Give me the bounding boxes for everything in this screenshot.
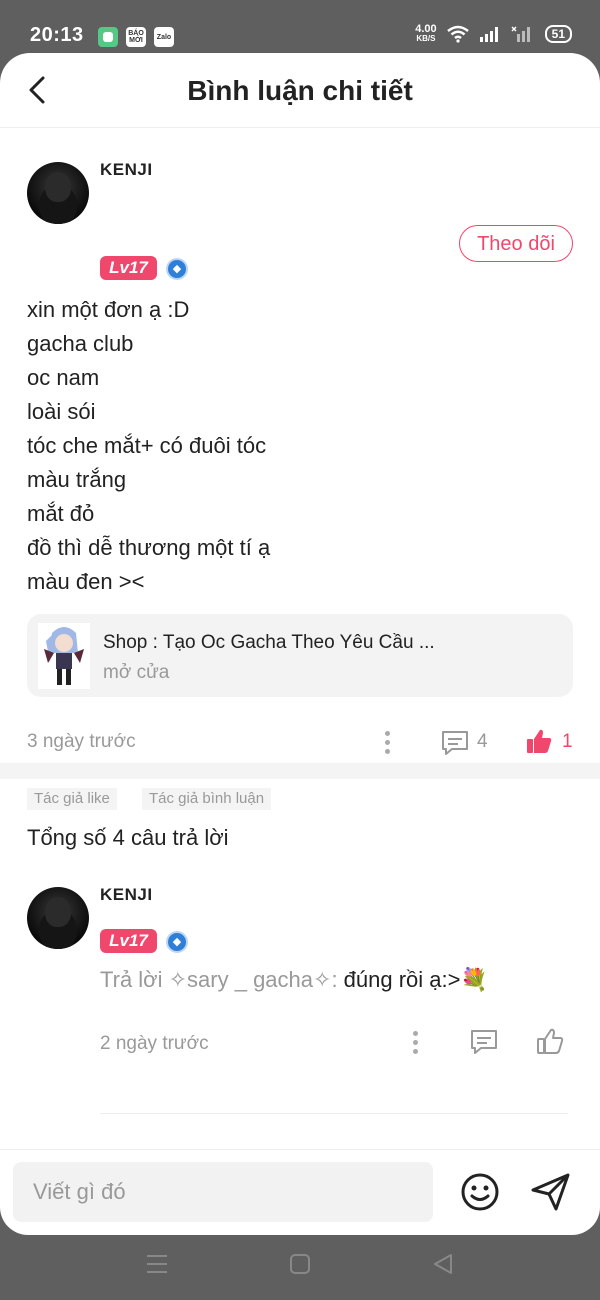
body-line: màu đen >< <box>27 569 145 594</box>
shop-title: Shop : Tạo Oc Gacha Theo Yêu Cầu ... <box>103 632 435 653</box>
status-bar: 20:13 BÁO MỚI Zalo 4.00 KB/S 51 <box>0 0 600 60</box>
zalo-icon: Zalo <box>154 27 174 47</box>
reply-separator <box>100 1113 568 1114</box>
battery-indicator: 51 <box>544 25 572 43</box>
replies-total: Tổng số 4 câu trả lời <box>27 825 229 850</box>
shop-status: mở cửa <box>103 662 170 683</box>
send-icon[interactable] <box>530 1172 572 1212</box>
back-nav-icon[interactable] <box>432 1253 454 1275</box>
body-line: gacha club <box>27 331 134 356</box>
page-title: Bình luận chi tiết <box>187 75 413 106</box>
level-badge: Lv17 <box>100 256 157 280</box>
bao-moi-icon: BÁO MỚI <box>126 27 146 47</box>
comment-count: 4 <box>477 731 488 752</box>
reply-prefix: Trả lời ✧sary _ gacha✧: <box>100 967 338 992</box>
author-like-tag: Tác giả like <box>27 788 117 810</box>
comment-input[interactable] <box>13 1162 433 1222</box>
home-icon[interactable] <box>289 1253 311 1275</box>
wifi-icon <box>446 25 469 43</box>
post-time: 3 ngày trước <box>27 731 136 752</box>
reply-time: 2 ngày trước <box>100 1033 209 1054</box>
shop-thumbnail <box>38 623 90 689</box>
verified-badge-icon: ◆ <box>166 931 188 953</box>
shop-card[interactable]: Shop : Tạo Oc Gacha Theo Yêu Cầu ... mở … <box>27 614 573 697</box>
comment-composer <box>0 1149 600 1235</box>
body-line: mắt đỏ <box>27 501 95 526</box>
level-badge: Lv17 <box>100 929 157 953</box>
comment-icon[interactable] <box>440 729 470 757</box>
body-line: màu trắng <box>27 467 127 492</box>
reply-comment-icon[interactable] <box>469 1028 499 1056</box>
more-options-button[interactable] <box>385 731 393 757</box>
status-indicators: 4.00 KB/S 51 <box>415 24 572 44</box>
reply-like-icon[interactable] <box>536 1027 564 1055</box>
status-app-icons: BÁO MỚI Zalo <box>98 27 174 47</box>
avatar[interactable] <box>27 162 89 224</box>
reply-content: đúng rồi ạ:>💐 <box>337 967 488 992</box>
signal-icon <box>479 27 498 42</box>
username[interactable]: KENJI <box>100 160 153 180</box>
menu-icon[interactable] <box>145 1253 169 1275</box>
body-line: đồ thì dễ thương một tí ạ <box>27 535 271 560</box>
like-count: 1 <box>562 731 573 752</box>
avatar[interactable] <box>27 887 89 949</box>
username[interactable]: KENJI <box>100 885 153 905</box>
follow-button[interactable]: Theo dõi <box>459 225 573 262</box>
body-line: oc nam <box>27 365 100 390</box>
messages-icon <box>98 27 118 47</box>
net-speed: 4.00 KB/S <box>415 23 437 44</box>
emoji-icon[interactable] <box>460 1172 500 1212</box>
status-time: 20:13 <box>30 24 84 46</box>
verified-badge-icon: ◆ <box>166 258 188 280</box>
reply-text: Trả lời ✧sary _ gacha✧: đúng rồi ạ:>💐 <box>100 967 488 993</box>
like-icon[interactable] <box>525 727 553 755</box>
author-comment-tag: Tác giả bình luận <box>142 788 272 810</box>
body-line: tóc che mắt+ có đuôi tóc <box>27 433 267 458</box>
comment-body: xin một đơn ạ :D gacha club oc nam loài … <box>27 293 270 599</box>
section-divider <box>0 763 600 779</box>
body-line: loài sói <box>27 399 96 424</box>
body-line: xin một đơn ạ :D <box>27 297 190 322</box>
comment-detail-panel: Bình luận chi tiết KENJI Lv17 ◆ Theo dõi… <box>0 53 600 1235</box>
reply-more-options-button[interactable] <box>413 1031 421 1057</box>
header: Bình luận chi tiết <box>0 53 600 128</box>
system-nav-bar <box>0 1235 600 1300</box>
character-thumbnail-icon <box>44 627 84 685</box>
signal-2-icon <box>511 26 530 42</box>
